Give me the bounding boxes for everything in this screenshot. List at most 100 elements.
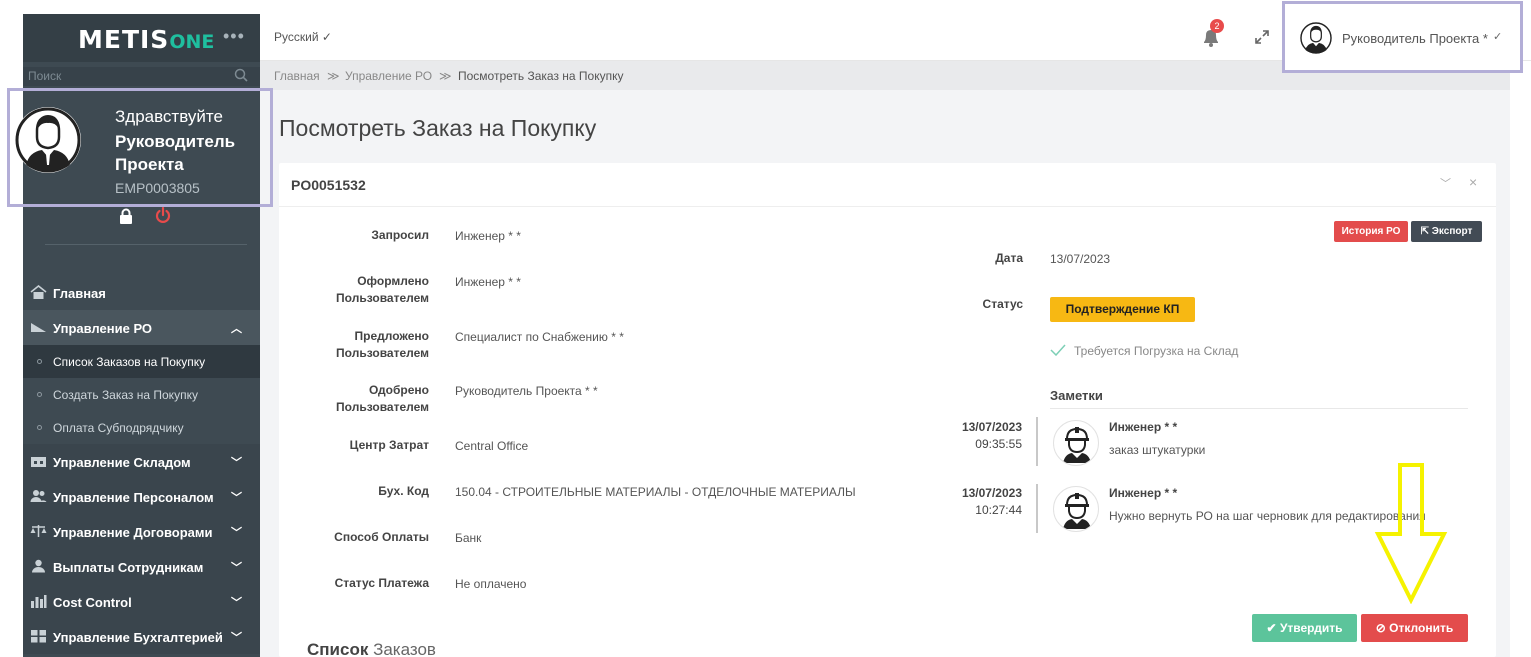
breadcrumb-home[interactable]: Главная — [274, 69, 320, 83]
approve-label: Утвердить — [1279, 621, 1343, 635]
sidebar-item-home[interactable]: Главная — [23, 275, 260, 310]
sidebar-subitem-po-create[interactable]: Создать Заказ на Покупку — [23, 378, 260, 411]
user-icon — [32, 559, 45, 573]
sidebar-item-contracts[interactable]: Управление Договорами ﹀ — [23, 514, 260, 549]
sidebar-subitem-po-list[interactable]: Список Заказов на Покупку — [23, 345, 260, 378]
payment-status-value: Не оплачено — [455, 577, 527, 591]
greeting-text: Здравствуйте — [115, 107, 223, 126]
more-dots-icon[interactable]: ••• — [223, 26, 245, 47]
chevron-down-icon: ﹀ — [231, 492, 242, 504]
sidebar-item-employee-pay[interactable]: Выплаты Сотрудникам ﹀ — [23, 549, 260, 584]
reject-button[interactable]: ⊘ Отклонить — [1361, 614, 1468, 642]
avatar[interactable] — [15, 107, 81, 173]
approved-label: Одобрено Пользователем — [336, 383, 429, 414]
bullet-icon — [37, 359, 42, 364]
sidebar-profile: Здравствуйте Руководитель Проекта EMP000… — [7, 88, 273, 207]
close-icon[interactable]: × — [1469, 174, 1477, 190]
sidebar-item-label: Главная — [53, 286, 106, 301]
sidebar-subitem-subcontractor-pay[interactable]: Оплата Субподрядчику — [23, 411, 260, 444]
approved-value: Руководитель Проекта * * — [455, 384, 598, 398]
created-label: Оформлено Пользователем — [336, 274, 429, 305]
approve-button[interactable]: ✔ Утвердить — [1252, 614, 1357, 642]
payment-method-label: Способ Оплаты — [334, 530, 429, 544]
page-title: Посмотреть Заказ на Покупку — [279, 115, 597, 141]
po-number: PO0051532 — [291, 177, 366, 193]
proposed-label: Предложено Пользователем — [336, 329, 429, 360]
card-header: PO0051532 ﹀ × — [279, 163, 1496, 207]
warehouse-check: Требуется Погрузка на Склад — [1050, 344, 1238, 358]
chevron-up-icon: ︿ — [231, 323, 242, 335]
profile-name: Руководитель Проекта — [115, 132, 236, 174]
sidebar-search[interactable]: Поиск — [23, 67, 260, 86]
orders-title-bold: Список — [307, 640, 369, 657]
note-author: Инженер * * — [1109, 486, 1178, 500]
sidebar-item-label: Управление Персоналом — [53, 490, 214, 505]
sidebar-subitem-label: Оплата Субподрядчику — [53, 421, 184, 435]
breadcrumb-separator: ≫ — [327, 69, 340, 83]
bullet-icon — [37, 425, 42, 430]
breadcrumb-po-management[interactable]: Управление РО — [345, 69, 432, 83]
export-label: Экспорт — [1431, 226, 1473, 237]
sidebar-nav: Главная Управление РО ︿ Список Заказов н… — [23, 275, 260, 654]
user-menu[interactable]: Руководитель Проекта * ✓ — [1282, 1, 1523, 73]
chevron-down-icon: ﹀ — [231, 562, 242, 574]
scale-icon — [30, 525, 47, 537]
po-history-button[interactable]: История РО — [1334, 221, 1408, 242]
po-card: PO0051532 ﹀ × Запросил Инженер * * Оформ… — [279, 163, 1496, 657]
note-author: Инженер * * — [1109, 420, 1178, 434]
orders-title: Список Заказов — [307, 640, 436, 657]
status-label: Статус — [982, 297, 1023, 311]
avatar — [1300, 22, 1332, 54]
sidebar-item-accounting[interactable]: Управление Бухгалтерией ﹀ — [23, 619, 260, 654]
date-value: 13/07/2023 — [1050, 252, 1111, 266]
avatar — [1053, 420, 1099, 466]
sidebar-item-label: Cost Control — [53, 595, 132, 610]
language-selector[interactable]: Русский ✓ — [274, 30, 332, 44]
notification-badge: 2 — [1210, 19, 1224, 33]
collapse-icon[interactable]: ﹀ — [1440, 175, 1451, 191]
search-input[interactable]: Поиск — [28, 69, 61, 83]
ban-icon: ⊘ — [1375, 621, 1390, 635]
user-avatar-icon — [1300, 22, 1332, 54]
chevron-down-icon: ﹀ — [231, 457, 242, 469]
bar-chart-icon — [31, 595, 47, 608]
sidebar-item-cost-control[interactable]: Cost Control ﹀ — [23, 584, 260, 619]
note-timestamp: 13/07/2023 10:27:44 — [902, 485, 1022, 519]
logo-suffix-text: ONE — [169, 31, 215, 53]
employee-id: EMP0003805 — [115, 180, 200, 196]
check-icon: ✔ — [1266, 621, 1280, 635]
orders-title-rest: Заказов — [373, 640, 436, 657]
note-date: 13/07/2023 — [961, 420, 1022, 434]
note-date: 13/07/2023 — [961, 486, 1022, 500]
sidebar-item-label: Выплаты Сотрудникам — [53, 560, 204, 575]
warehouse-icon — [31, 457, 46, 467]
requested-label: Запросил — [371, 228, 429, 242]
sidebar-item-po-management[interactable]: Управление РО ︿ — [23, 310, 260, 345]
page-scrollbar[interactable] — [1510, 61, 1531, 657]
app-logo[interactable]: METISONE — [78, 25, 214, 54]
account-code-value: 150.04 - СТРОИТЕЛЬНЫЕ МАТЕРИАЛЫ - ОТДЕЛО… — [455, 485, 856, 499]
note-time: 10:27:44 — [975, 503, 1022, 517]
ruler-icon — [31, 323, 46, 332]
note-timestamp: 13/07/2023 09:35:55 — [902, 419, 1022, 453]
chevron-down-icon: ✓ — [1493, 31, 1503, 43]
sidebar-item-warehouse[interactable]: Управление Складом ﹀ — [23, 444, 260, 479]
chevron-down-icon: ✓ — [321, 30, 332, 44]
fullscreen-icon[interactable] — [1254, 29, 1270, 45]
sidebar-item-personnel[interactable]: Управление Персоналом ﹀ — [23, 479, 260, 514]
main-content: Главная ≫ Управление РО ≫ Посмотреть Зак… — [260, 61, 1510, 657]
created-value: Инженер * * — [455, 275, 521, 289]
arrow-down-icon — [1374, 463, 1448, 604]
power-icon[interactable] — [155, 207, 171, 224]
warehouse-check-label: Требуется Погрузка на Склад — [1074, 344, 1239, 358]
home-icon — [30, 285, 47, 299]
language-label: Русский — [274, 30, 319, 44]
sidebar-item-label: Управление РО — [53, 321, 153, 336]
cost-center-value: Central Office — [455, 439, 529, 453]
payment-method-value: Банк — [455, 531, 482, 545]
lock-icon[interactable] — [119, 208, 133, 224]
export-button[interactable]: ⇱ Экспорт — [1411, 221, 1482, 242]
search-icon[interactable] — [234, 68, 248, 82]
breadcrumb-separator: ≫ — [439, 69, 452, 83]
requested-value: Инженер * * — [455, 229, 521, 243]
